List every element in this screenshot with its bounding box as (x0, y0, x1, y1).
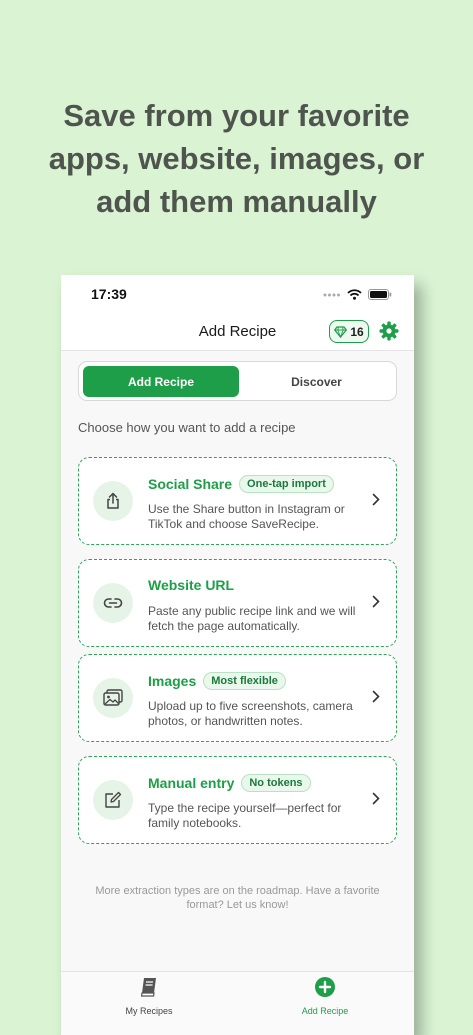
roadmap-footnote: More extraction types are on the roadmap… (95, 885, 380, 911)
card-title-row: Images Most flexible (148, 672, 286, 690)
chevron-right-icon (372, 595, 380, 608)
wifi-icon (347, 289, 362, 300)
card-description: Paste any public recipe link and we will… (148, 604, 356, 633)
card-title: Social Share (148, 476, 233, 492)
tab-discover[interactable]: Discover (239, 366, 394, 397)
card-icon-circle (93, 481, 133, 521)
promo-headline: Save from your favorite apps, website, i… (48, 98, 425, 219)
card-title-row: Website URL (148, 577, 234, 593)
mode-segmented-control: Add Recipe Discover (78, 361, 397, 401)
chevron-right-icon (372, 690, 380, 703)
option-website-url[interactable]: Website URL Paste any public recipe link… (78, 559, 397, 647)
card-badge: No tokens (241, 774, 311, 792)
tab-bar: My Recipes Add Recipe (61, 971, 414, 1035)
status-bar: 17:39 (61, 275, 414, 319)
edit-icon (105, 791, 122, 808)
tab-label: Add Recipe (301, 1006, 349, 1016)
card-description: Type the recipe yourself—perfect for fam… (148, 801, 342, 830)
tab-label: My Recipes (125, 1006, 173, 1016)
battery-icon (368, 289, 392, 300)
option-social-share[interactable]: Social Share One-tap import Use the Shar… (78, 457, 397, 545)
intro-text: Choose how you want to add a recipe (78, 420, 296, 435)
card-icon-circle (93, 678, 133, 718)
card-title: Manual entry (148, 775, 235, 791)
card-title: Images (148, 673, 197, 689)
settings-gear-icon[interactable] (379, 321, 399, 341)
card-description: Upload up to five screenshots, camera ph… (148, 699, 353, 728)
card-title: Website URL (148, 577, 235, 593)
signal-dots-icon (323, 293, 340, 296)
card-icon-circle (93, 780, 133, 820)
phone-screen: 17:39 Add Recipe 16 Add Recipe Discover … (61, 275, 414, 1035)
card-badge: Most flexible (203, 672, 286, 690)
token-count: 16 (350, 324, 364, 339)
option-manual-entry[interactable]: Manual entry No tokens Type the recipe y… (78, 756, 397, 844)
diamond-icon (334, 325, 348, 338)
chevron-right-icon (372, 792, 380, 805)
tabbar-my-recipes[interactable]: My Recipes (89, 976, 209, 1016)
option-images[interactable]: Images Most flexible Upload up to five s… (78, 654, 397, 742)
tab-add-recipe[interactable]: Add Recipe (83, 366, 239, 397)
plus-circle-icon (315, 977, 335, 997)
card-title-row: Manual entry No tokens (148, 774, 311, 792)
tabbar-add-recipe[interactable]: Add Recipe (265, 976, 385, 1016)
status-time: 17:39 (91, 286, 127, 302)
link-icon (103, 598, 123, 608)
navigation-bar: Add Recipe 16 (61, 319, 414, 351)
status-icons (323, 289, 392, 300)
image-icon (103, 689, 123, 706)
card-icon-circle (93, 583, 133, 623)
chevron-right-icon (372, 493, 380, 506)
card-description: Use the Share button in Instagram or Tik… (148, 502, 345, 531)
share-icon (107, 492, 119, 509)
book-icon (140, 978, 156, 997)
card-title-row: Social Share One-tap import (148, 475, 334, 493)
token-balance-button[interactable]: 16 (329, 320, 369, 343)
card-badge: One-tap import (239, 475, 334, 493)
